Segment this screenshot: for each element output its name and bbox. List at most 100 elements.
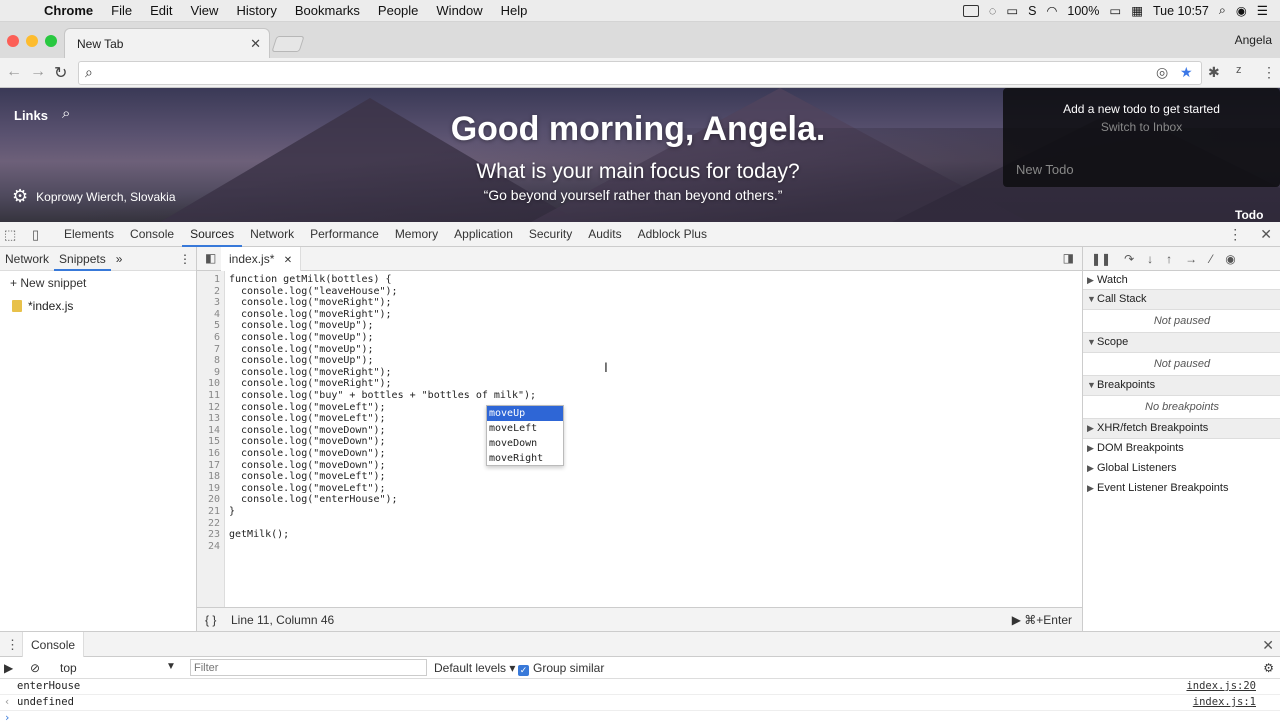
autocomplete-item[interactable]: moveDown	[487, 436, 563, 451]
context-select[interactable]: top	[60, 661, 77, 675]
forward-icon[interactable]: →	[30, 63, 46, 81]
menu-help[interactable]: Help	[501, 3, 528, 18]
tab-close-icon[interactable]: ✕	[250, 36, 261, 52]
step-over-icon[interactable]: ↷	[1124, 252, 1134, 266]
code-line[interactable]: console.log("leaveHouse");	[229, 286, 398, 297]
code-line[interactable]: console.log("moveUp");	[229, 332, 373, 343]
line-number[interactable]: 21	[196, 506, 220, 517]
console-filter-input[interactable]	[190, 659, 427, 676]
drawer-menu-icon[interactable]: ⋮	[6, 637, 19, 653]
devtools-tab-security[interactable]: Security	[521, 222, 580, 247]
navigator-tab-network[interactable]: Network	[0, 247, 54, 271]
line-number[interactable]: 10	[196, 378, 220, 389]
section-watch[interactable]: ▶ Watch	[1087, 274, 1128, 286]
menu-window[interactable]: Window	[436, 3, 482, 18]
code-line[interactable]: console.log("moveDown");	[229, 425, 386, 436]
switch-to-inbox-link[interactable]: Switch to Inbox	[1003, 120, 1280, 134]
menu-app-chrome[interactable]: Chrome	[44, 3, 93, 18]
todo-button[interactable]: Todo	[1235, 208, 1263, 222]
autocomplete-item[interactable]: moveUp	[487, 406, 563, 421]
line-number[interactable]: 23	[196, 529, 220, 540]
devtools-tab-memory[interactable]: Memory	[387, 222, 446, 247]
code-line[interactable]: console.log("enterHouse");	[229, 494, 398, 505]
devtools-close-icon[interactable]: ✕	[1260, 226, 1272, 243]
console-settings-gear-icon[interactable]: ⚙	[1263, 661, 1274, 675]
console-source-link[interactable]: index.js:20	[1186, 680, 1256, 692]
menu-view[interactable]: View	[190, 3, 218, 18]
display-icon[interactable]: ▭	[1006, 3, 1018, 18]
autocomplete-item[interactable]: moveLeft	[487, 421, 563, 436]
context-dropdown-icon[interactable]: ▼	[166, 661, 176, 672]
devtools-tab-application[interactable]: Application	[446, 222, 521, 247]
code-line[interactable]: console.log("moveDown");	[229, 436, 386, 447]
more-tabs-icon[interactable]: »	[111, 247, 128, 271]
devtools-tab-sources[interactable]: Sources	[182, 222, 243, 247]
log-levels-dropdown[interactable]: Default levels ▾	[434, 661, 515, 675]
browser-tab[interactable]: New Tab ✕	[64, 28, 270, 58]
menu-file[interactable]: File	[111, 3, 132, 18]
code-line[interactable]: console.log("moveRight");	[229, 378, 392, 389]
line-number[interactable]: 12	[196, 402, 220, 413]
devtools-tab-adblock[interactable]: Adblock Plus	[630, 222, 715, 247]
spotlight-icon[interactable]: ⌕	[1219, 3, 1226, 18]
pause-on-exceptions-icon[interactable]: ◉	[1225, 252, 1235, 266]
chrome-menu-icon[interactable]: ⋮	[1262, 64, 1276, 81]
code-line[interactable]: console.log("moveUp");	[229, 355, 373, 366]
code-line[interactable]: console.log("moveRight");	[229, 297, 392, 308]
navigator-tab-snippets[interactable]: Snippets	[54, 247, 111, 271]
line-number[interactable]: 13	[196, 413, 220, 424]
console-source-link[interactable]: index.js:1	[1193, 696, 1256, 708]
line-number[interactable]: 22	[196, 518, 220, 529]
section-call-stack[interactable]: ▼Call Stack	[1087, 293, 1147, 305]
profile-name[interactable]: Angela	[1235, 33, 1272, 47]
console-sidebar-icon[interactable]: ▶	[4, 661, 13, 675]
reload-icon[interactable]: ↻	[54, 63, 67, 83]
code-line[interactable]: console.log("moveDown");	[229, 448, 386, 459]
dropbox-icon[interactable]: ◌	[989, 4, 996, 18]
line-number[interactable]: 20	[196, 494, 220, 505]
screen-record-icon[interactable]	[962, 4, 979, 17]
code-editor[interactable]: 1 2 3 4 5 6 7 8 9 10 11 12 13 14 15 16 17 18 19 20 21 22 23 24 …	[197, 271, 1082, 607]
line-number[interactable]: 7	[196, 344, 220, 355]
devtools-tab-console[interactable]: Console	[122, 222, 182, 247]
code-line[interactable]: console.log("moveUp");	[229, 344, 373, 355]
notification-center-icon[interactable]: ☰	[1257, 3, 1268, 18]
flag-icon[interactable]: ▦	[1131, 3, 1143, 18]
inspect-element-icon[interactable]: ⬚	[4, 227, 20, 242]
code-line[interactable]: console.log("moveLeft");	[229, 471, 386, 482]
window-close-button[interactable]	[7, 35, 19, 47]
skype-icon[interactable]: S	[1028, 4, 1036, 18]
extension-z-icon[interactable]: z	[1236, 64, 1242, 76]
code-line[interactable]: console.log("moveLeft");	[229, 402, 386, 413]
line-number[interactable]: 24	[196, 541, 220, 552]
line-number[interactable]: 4	[196, 309, 220, 320]
line-number[interactable]: 3	[196, 297, 220, 308]
section-event-listener-breakpoints[interactable]: ▶ Event Listener Breakpoints	[1087, 482, 1228, 494]
line-number[interactable]: 19	[196, 483, 220, 494]
navigator-menu-icon[interactable]: ⋮	[174, 247, 196, 271]
pause-icon[interactable]: ❚❚	[1091, 252, 1111, 266]
section-dom-breakpoints[interactable]: ▶ DOM Breakpoints	[1087, 442, 1184, 454]
code-line[interactable]: console.log("moveUp");	[229, 320, 373, 331]
wifi-icon[interactable]: ◠	[1046, 3, 1057, 18]
section-xhr-breakpoints[interactable]: ▶ XHR/fetch Breakpoints	[1087, 422, 1208, 434]
devtools-menu-icon[interactable]: ⋮	[1228, 226, 1242, 243]
devtools-tab-elements[interactable]: Elements	[56, 222, 122, 247]
line-number[interactable]: 6	[196, 332, 220, 343]
code-line[interactable]: console.log("buy" + bottles + "bottles o…	[229, 390, 536, 401]
section-global-listeners[interactable]: ▶ Global Listeners	[1087, 462, 1177, 474]
settings-gear-icon[interactable]: ⚙	[12, 186, 28, 207]
code-line[interactable]: console.log("moveLeft");	[229, 483, 386, 494]
code-line[interactable]: getMilk();	[229, 529, 289, 540]
siri-icon[interactable]: ◉	[1236, 3, 1247, 18]
drawer-tab-console[interactable]: Console	[22, 632, 85, 658]
battery-percent[interactable]: 100%	[1067, 4, 1099, 18]
menu-people[interactable]: People	[378, 3, 418, 18]
line-number[interactable]: 14	[196, 425, 220, 436]
location-label[interactable]: Koprowy Wierch, Slovakia	[36, 190, 175, 204]
console-prompt[interactable]: ›	[0, 711, 1280, 727]
pretty-print-icon[interactable]: { }	[205, 613, 216, 627]
omnibox[interactable]: ⌕	[78, 61, 1202, 85]
battery-icon[interactable]: ▭	[1109, 3, 1121, 18]
menu-history[interactable]: History	[236, 3, 276, 18]
